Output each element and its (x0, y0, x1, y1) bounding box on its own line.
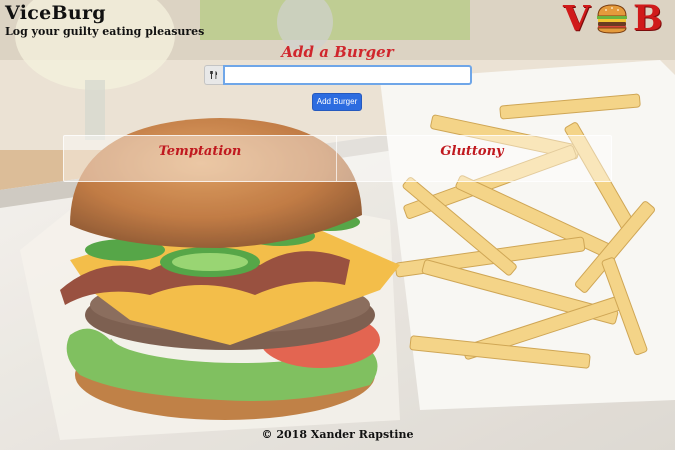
copyright-footer: © 2018 Xander Rapstine (261, 428, 414, 441)
app-title: ViceBurg (5, 2, 106, 24)
fork-knife-icon (204, 65, 223, 85)
add-burger-button[interactable]: Add Burger (312, 93, 362, 111)
add-burger-heading: Add a Burger (281, 43, 394, 61)
burger-name-input[interactable] (223, 65, 472, 85)
burger-input-group (204, 65, 472, 85)
app-tagline: Log your guilty eating pleasures (5, 25, 205, 38)
logo-letter-b: B (633, 0, 663, 39)
temptation-column-title: Temptation (158, 144, 242, 159)
burger-columns-panel: Temptation Gluttony (63, 135, 612, 182)
viceburg-logo: V B (563, 0, 667, 39)
gluttony-column-title: Gluttony (440, 144, 504, 159)
brand-block: ViceBurg Log your guilty eating pleasure… (5, 2, 204, 38)
burger-icon (597, 4, 627, 34)
logo-letter-v: V (563, 0, 591, 39)
